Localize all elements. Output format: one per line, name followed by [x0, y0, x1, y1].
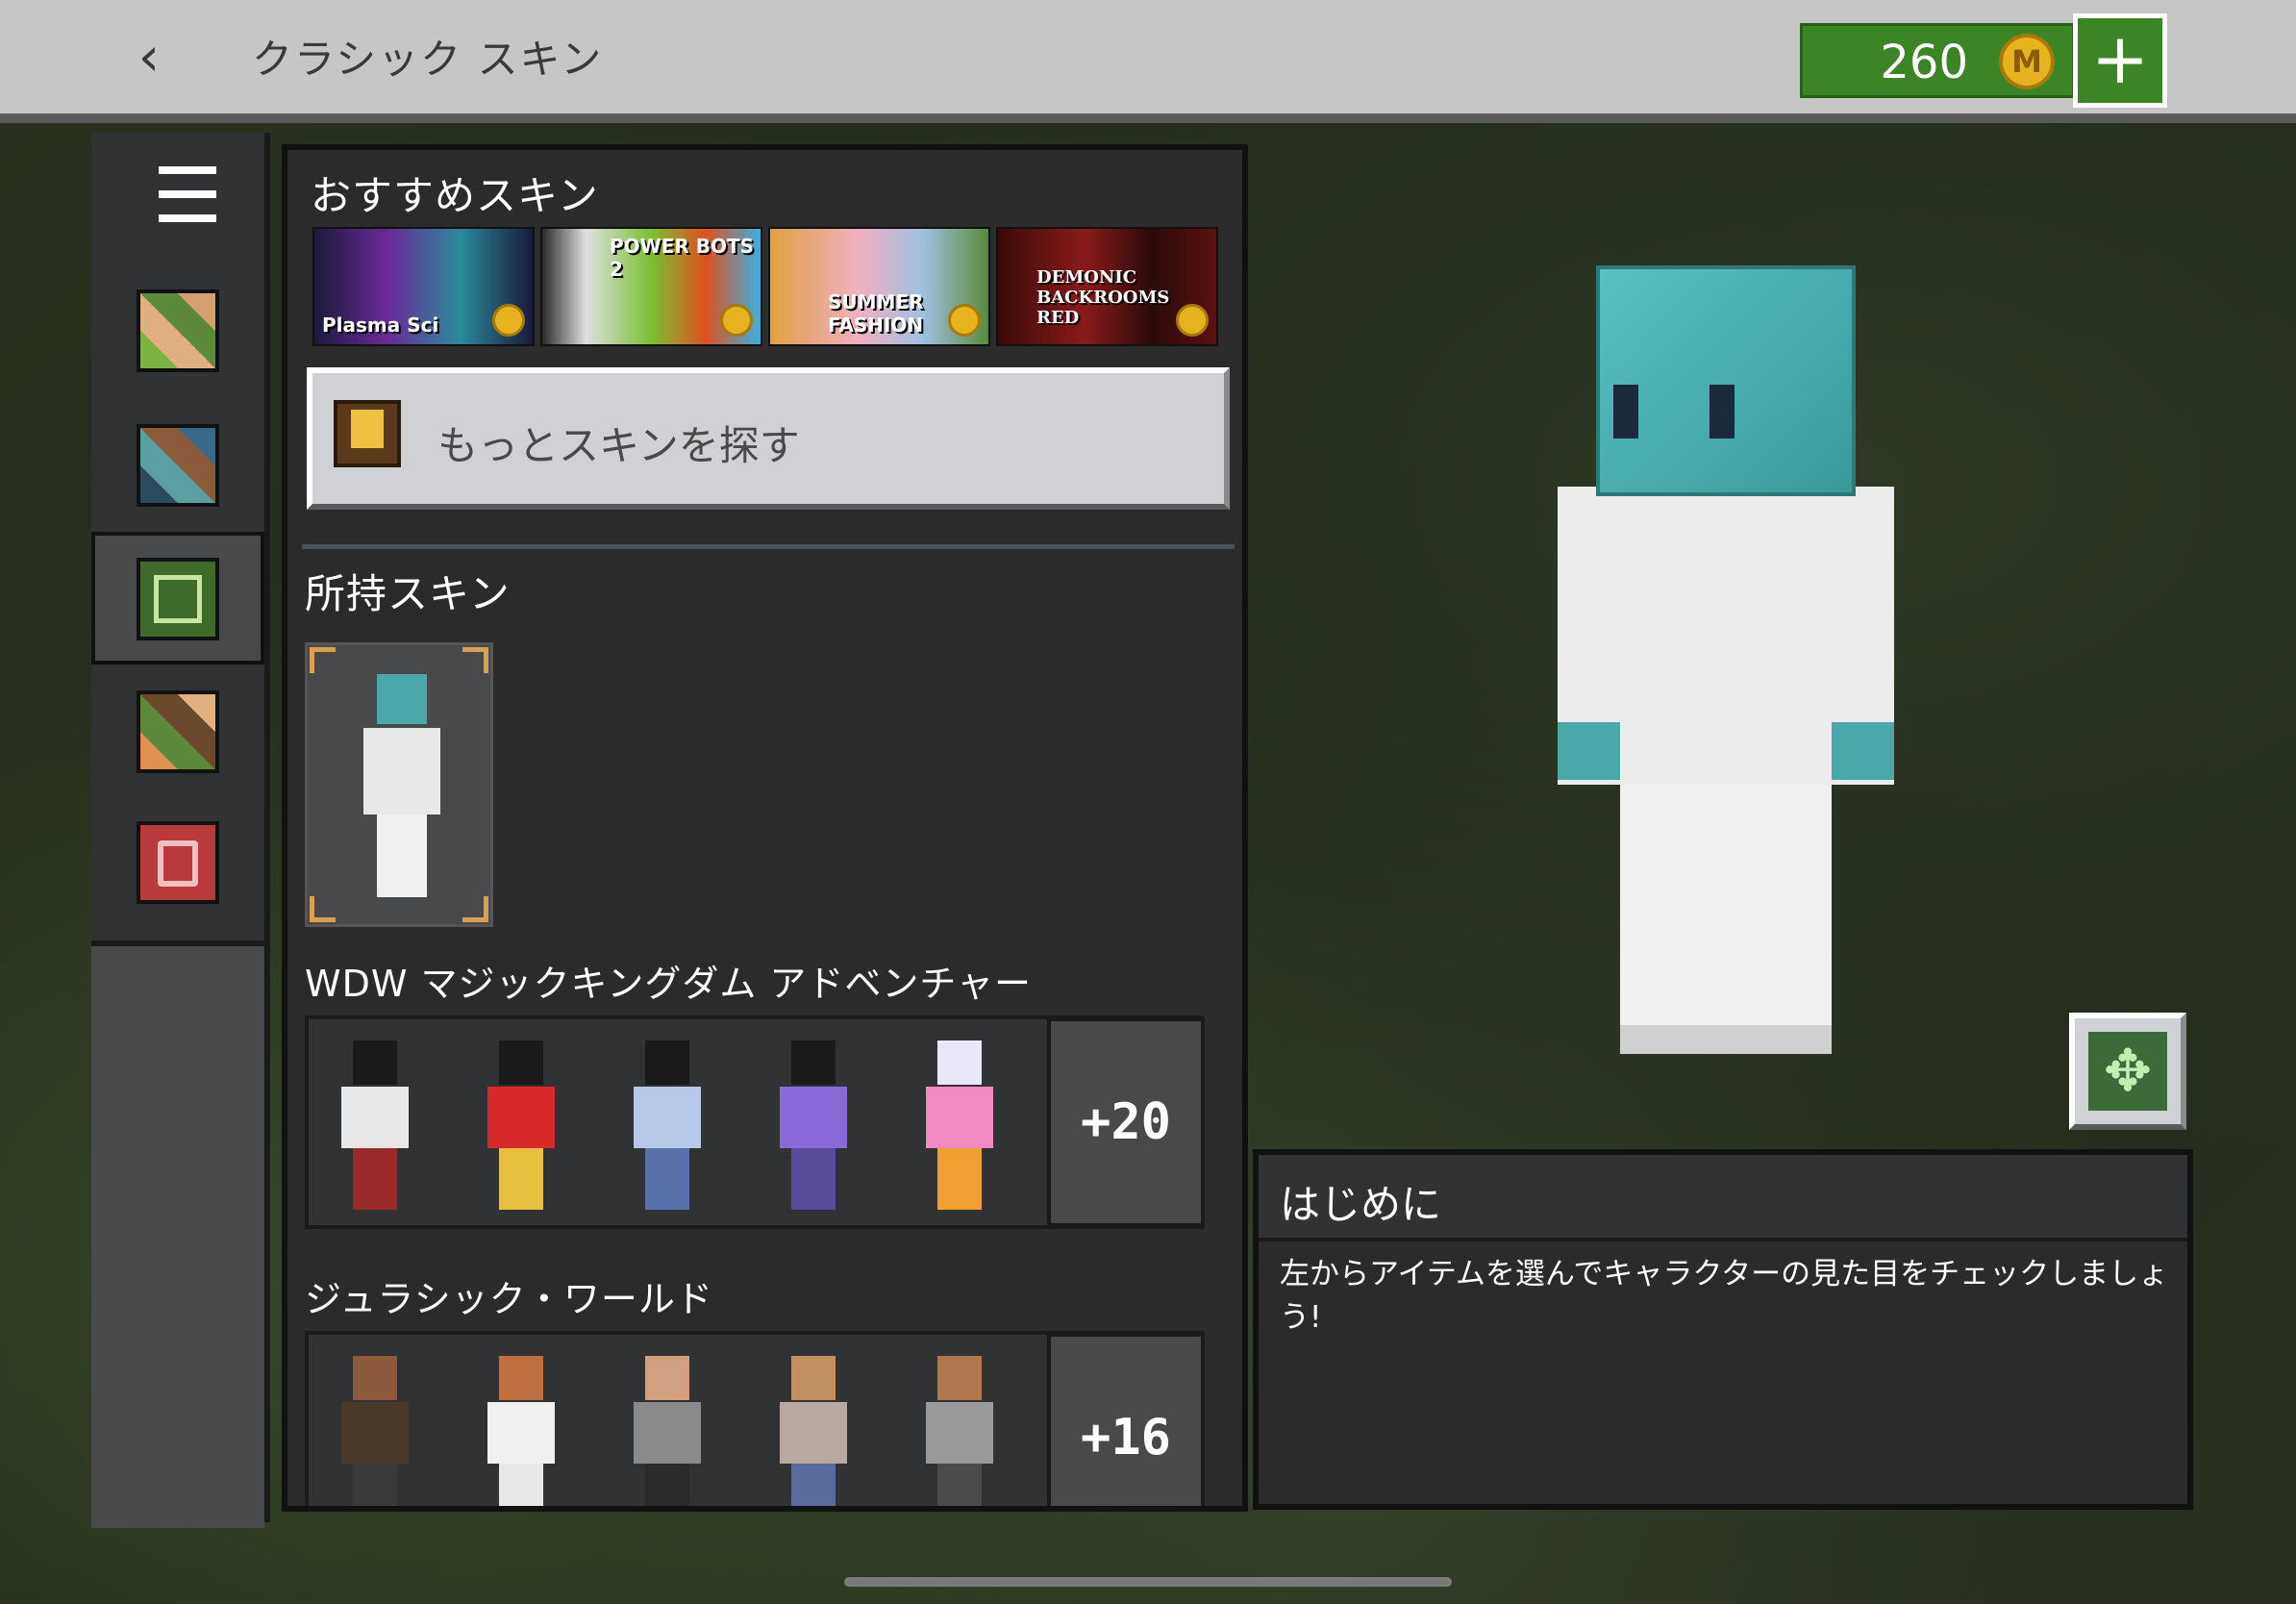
- skin-thumbnail[interactable]: [630, 1356, 705, 1506]
- minecoin-icon: M: [1999, 34, 2055, 89]
- sidebar: [91, 133, 270, 1528]
- minecoin-icon: [948, 304, 981, 337]
- featured-banner-plasma[interactable]: Plasma Sci: [312, 227, 535, 346]
- page-title: クラシック スキン: [252, 36, 604, 83]
- banner-label: Plasma Sci: [322, 313, 439, 337]
- minecoin-icon: [492, 304, 525, 337]
- find-more-skins-button[interactable]: もっとスキンを探す: [307, 367, 1230, 510]
- preview-head: [1596, 265, 1856, 496]
- featured-banner-power-bots[interactable]: POWER BOTS 2: [540, 227, 762, 346]
- preview-cuff-left: [1558, 722, 1620, 780]
- skin-thumbnail[interactable]: [484, 1356, 559, 1506]
- info-panel: はじめに 左からアイテムを選んでキャラクターの見た目をチェックしましょう!: [1253, 1149, 2193, 1510]
- owned-skin-figure: [354, 674, 450, 901]
- coin-balance: 260 M: [1800, 23, 2075, 98]
- preview-eye-left: [1613, 385, 1638, 439]
- classic-skin-icon-glyph: [154, 575, 202, 623]
- preview-shoes: [1620, 1025, 1832, 1054]
- owned-skin-card[interactable]: [305, 642, 493, 927]
- preview-eye-right: [1710, 385, 1734, 439]
- emote-icon[interactable]: [137, 690, 219, 773]
- pack-more-button-wdw[interactable]: +20: [1047, 1017, 1205, 1227]
- hamburger-icon[interactable]: [159, 166, 216, 224]
- banner-label: POWER BOTS 2: [610, 235, 755, 281]
- skin-list-panel: おすすめスキン Plasma Sci POWER BOTS 2 SUMMER F…: [282, 144, 1248, 1512]
- skin-thumbnail[interactable]: [776, 1356, 851, 1506]
- skin-pack-row-jurassic: +16: [305, 1331, 1205, 1506]
- skin-thumbnail[interactable]: [776, 1040, 851, 1210]
- banner-label: DEMONIC BACKROOMS RED: [1036, 267, 1170, 328]
- skin-thumbnail[interactable]: [630, 1040, 705, 1210]
- skin-thumbnail[interactable]: [337, 1040, 412, 1210]
- skin-thumbnail[interactable]: [484, 1040, 559, 1210]
- info-title: はじめに: [1280, 1181, 1442, 1228]
- home-indicator[interactable]: [844, 1577, 1452, 1587]
- featured-banner-demonic-backrooms[interactable]: DEMONIC BACKROOMS RED: [996, 227, 1218, 346]
- featured-title: おすすめスキン: [311, 172, 599, 219]
- wardrobe-icon[interactable]: [137, 821, 219, 904]
- top-bar: ‹ クラシック スキン 260 M +: [0, 0, 2296, 123]
- skin-thumbnail[interactable]: [922, 1356, 997, 1506]
- expand-icon: ✥: [2088, 1032, 2167, 1111]
- section-divider: [302, 544, 1235, 549]
- pack-title-jurassic: ジュラシック・ワールド: [305, 1278, 713, 1320]
- coin-amount: 260: [1880, 36, 1968, 89]
- info-description: 左からアイテムを選んでキャラクターの見た目をチェックしましょう!: [1280, 1257, 2169, 1335]
- skin-thumbnail[interactable]: [922, 1040, 997, 1210]
- minecoin-icon: [720, 304, 753, 337]
- chest-icon: [334, 400, 401, 467]
- wardrobe-icon-glyph: [158, 840, 198, 887]
- pack-title-wdw: WDW マジックキングダム アドベンチャー: [305, 963, 1033, 1005]
- expand-preview-button[interactable]: ✥: [2069, 1013, 2186, 1130]
- add-coins-button[interactable]: +: [2073, 13, 2167, 108]
- minecoin-icon: [1176, 304, 1209, 337]
- info-header: はじめに: [1259, 1155, 2187, 1241]
- preview-legs: [1620, 785, 1832, 1054]
- character-icon[interactable]: [137, 424, 219, 507]
- classic-skin-icon[interactable]: [137, 558, 219, 640]
- sidebar-empty-area: [91, 940, 264, 1528]
- pack-more-button-jurassic[interactable]: +16: [1047, 1333, 1205, 1506]
- character-preview[interactable]: [1538, 265, 1904, 1064]
- skin-pack-row-wdw: +20: [305, 1015, 1205, 1229]
- chevron-left-icon[interactable]: ‹: [115, 24, 183, 91]
- featured-banners: Plasma Sci POWER BOTS 2 SUMMER FASHION D…: [312, 227, 1218, 346]
- featured-banner-summer-fashion[interactable]: SUMMER FASHION: [768, 227, 990, 346]
- owned-title: 所持スキン: [305, 570, 511, 617]
- skin-thumbnail[interactable]: [337, 1356, 412, 1506]
- preview-cuff-right: [1832, 722, 1894, 780]
- skin-pack-icon[interactable]: [137, 289, 219, 372]
- find-more-label: もっとスキンを探す: [437, 422, 800, 469]
